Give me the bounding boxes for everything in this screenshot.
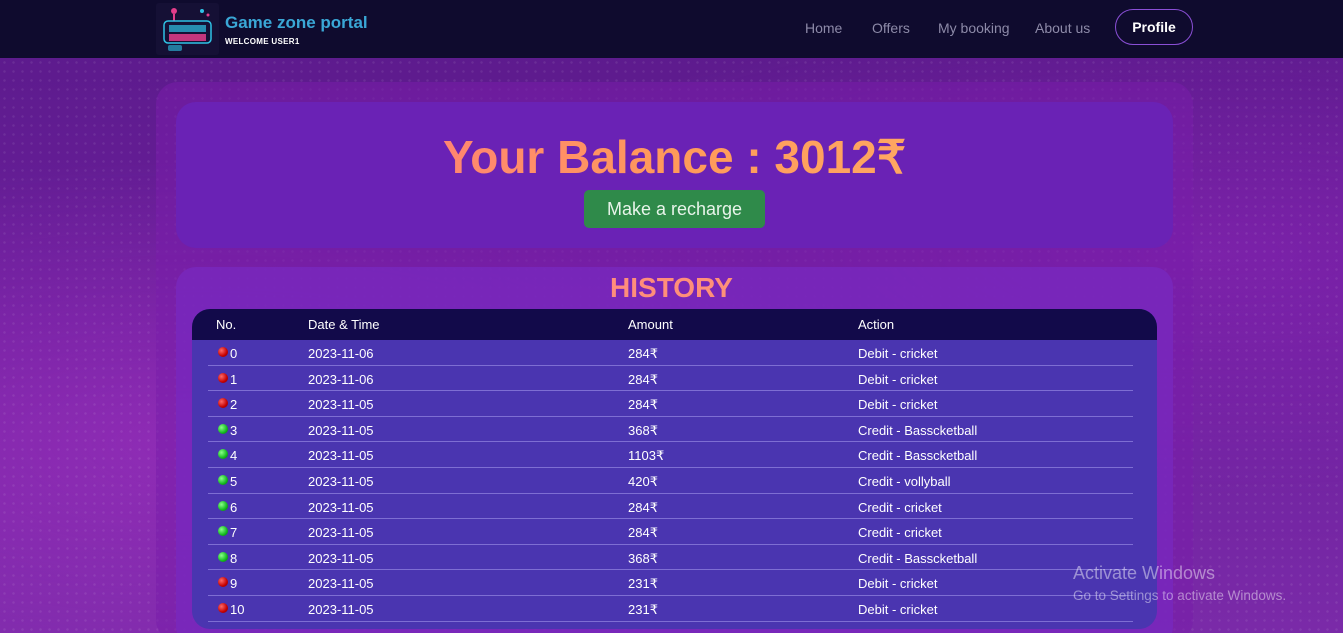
credit-status-dot-icon <box>218 526 228 537</box>
brand-title[interactable]: Game zone portal <box>225 13 368 33</box>
debit-status-dot-icon <box>218 577 228 588</box>
column-header-date-time: Date & Time <box>308 317 380 332</box>
row-amount: 368₹ <box>628 422 658 438</box>
row-number: 7 <box>230 525 238 541</box>
table-row: 4 2023-11-05 1103₹ Credit - Basscketball <box>192 442 1157 468</box>
row-amount: 420₹ <box>628 474 658 489</box>
row-action: Debit - cricket <box>858 602 938 617</box>
credit-status-dot-icon <box>218 449 228 460</box>
column-header-amount: Amount <box>628 317 673 332</box>
row-number: 3 <box>230 422 238 438</box>
table-header: No. Date & Time Amount Action <box>192 309 1157 340</box>
history-title: HISTORY <box>0 272 1343 304</box>
history-table: No. Date & Time Amount Action 0 2023-11-0… <box>192 309 1157 629</box>
row-action: Debit - cricket <box>858 576 938 592</box>
row-amount: 1103₹ <box>628 448 665 464</box>
activate-windows-title: Activate Windows <box>1073 563 1216 583</box>
row-number: 8 <box>230 550 238 566</box>
nav-link-home[interactable]: Home <box>805 20 842 36</box>
row-action: Credit - cricket <box>858 499 942 515</box>
row-number: 1 <box>230 371 238 387</box>
row-action: Debit - cricket <box>858 397 938 413</box>
row-date: 2023-11-05 <box>308 550 374 566</box>
row-number: 5 <box>230 474 238 489</box>
credit-status-dot-icon <box>218 551 228 562</box>
nav-link-offers[interactable]: Offers <box>872 20 910 36</box>
table-row: 1 2023-11-06 284₹ Debit - cricket <box>192 366 1157 392</box>
row-date: 2023-11-06 <box>308 346 374 361</box>
row-action: Credit - vollyball <box>858 474 951 489</box>
row-date: 2023-11-05 <box>308 576 374 592</box>
make-recharge-button[interactable]: Make a recharge <box>584 190 765 228</box>
row-divider <box>208 620 1133 622</box>
row-action: Debit - cricket <box>858 371 938 387</box>
nav-link-about-us[interactable]: About us <box>1035 20 1090 36</box>
row-amount: 368₹ <box>628 550 658 566</box>
row-date: 2023-11-05 <box>308 422 374 438</box>
table-row: 0 2023-11-06 284₹ Debit - cricket <box>192 340 1157 366</box>
row-date: 2023-11-06 <box>308 371 374 387</box>
row-date: 2023-11-05 <box>308 448 374 464</box>
row-date: 2023-11-05 <box>308 525 374 541</box>
row-action: Credit - Basscketball <box>858 448 978 464</box>
welcome-user-text: WELCOME USER1 <box>225 37 300 46</box>
row-number: 4 <box>230 448 238 464</box>
table-row: 3 2023-11-05 368₹ Credit - Basscketball <box>192 417 1157 443</box>
row-amount: 284₹ <box>628 397 658 413</box>
row-action: Credit - Basscketball <box>858 550 978 566</box>
balance-amount: Your Balance : 3012₹ <box>176 130 1173 184</box>
row-date: 2023-11-05 <box>308 602 374 617</box>
debit-status-dot-icon <box>218 372 228 383</box>
table-row: 8 2023-11-05 368₹ Credit - Basscketball <box>192 545 1157 571</box>
row-date: 2023-11-05 <box>308 397 374 413</box>
table-row: 7 2023-11-05 284₹ Credit - cricket <box>192 519 1157 545</box>
game-zone-logo[interactable] <box>156 3 219 55</box>
table-row: 10 2023-11-05 231₹ Debit - cricket <box>192 596 1157 622</box>
credit-status-dot-icon <box>218 475 228 485</box>
row-amount: 284₹ <box>628 525 658 541</box>
debit-status-dot-icon <box>218 603 228 613</box>
row-number: 6 <box>230 499 238 515</box>
row-number: 10 <box>230 602 245 617</box>
row-action: Credit - Basscketball <box>858 422 978 438</box>
table-row: 2 2023-11-05 284₹ Debit - cricket <box>192 391 1157 417</box>
row-amount: 284₹ <box>628 346 658 361</box>
row-number: 9 <box>230 576 238 592</box>
table-row: 9 2023-11-05 231₹ Debit - cricket <box>192 570 1157 596</box>
row-action: Debit - cricket <box>858 346 938 361</box>
column-header-no: No. <box>216 317 237 332</box>
row-action: Credit - cricket <box>858 525 942 541</box>
table-row: 6 2023-11-05 284₹ Credit - cricket <box>192 494 1157 520</box>
credit-status-dot-icon <box>218 500 228 511</box>
activate-windows-subtitle: Go to Settings to activate Windows. <box>1073 588 1287 603</box>
table-row: 5 2023-11-05 420₹ Credit - vollyball <box>192 468 1157 494</box>
nav-link-my-booking[interactable]: My booking <box>938 20 1010 36</box>
row-number: 0 <box>230 346 238 361</box>
row-date: 2023-11-05 <box>308 474 374 489</box>
row-number: 2 <box>230 397 238 413</box>
row-amount: 284₹ <box>628 499 658 515</box>
top-navbar: Game zone portal WELCOME USER1 Home Offe… <box>0 0 1343 58</box>
row-amount: 284₹ <box>628 371 658 387</box>
row-date: 2023-11-05 <box>308 499 374 515</box>
column-header-action: Action <box>858 317 895 332</box>
debit-status-dot-icon <box>218 347 228 357</box>
row-amount: 231₹ <box>628 576 658 592</box>
row-amount: 231₹ <box>628 602 658 617</box>
profile-button[interactable]: Profile <box>1115 9 1193 45</box>
debit-status-dot-icon <box>218 398 228 409</box>
credit-status-dot-icon <box>218 423 228 434</box>
